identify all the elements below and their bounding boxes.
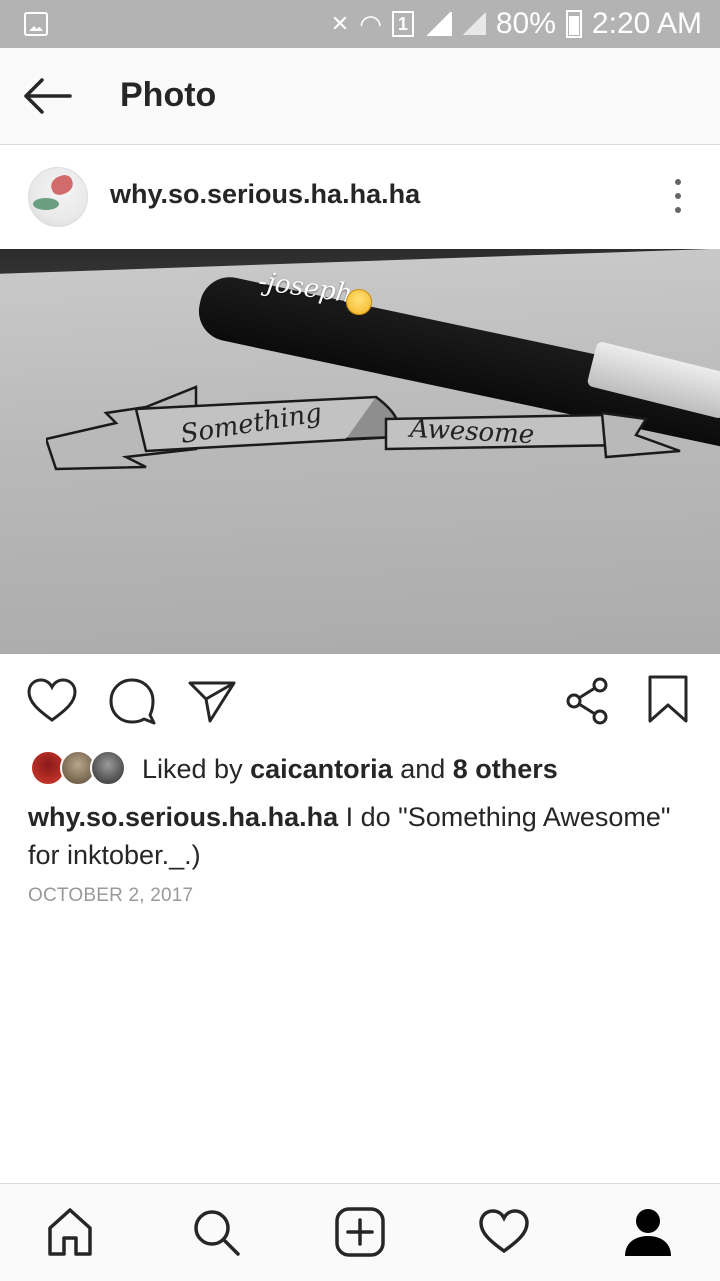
liker-avatars[interactable] [28,748,128,790]
post-username[interactable]: why.so.serious.ha.ha.ha [110,179,420,210]
share-icon[interactable] [562,675,614,727]
add-icon[interactable] [334,1206,386,1258]
page-title: Photo [120,76,217,114]
avatar[interactable] [28,167,88,227]
top-app-bar: Photo [0,48,720,145]
post-photo[interactable]: -joseph Something Awesome [0,249,720,654]
likes-connector: and [400,753,446,784]
others-likes-link[interactable]: 8 others [453,754,558,784]
wifi-icon: ◠ [359,8,382,39]
battery-percent: 80% [495,7,556,40]
signal-secondary-icon [461,13,486,35]
sim-slot-badge: 1 [391,11,414,37]
post-action-bar [0,655,720,745]
arrow-left-icon[interactable] [22,76,72,116]
status-bar: ✕ ◠ 1 80% 2:20 AM [0,0,720,48]
clock: 2:20 AM [591,7,702,40]
more-options-icon[interactable] [672,179,684,215]
profile-icon[interactable] [622,1206,674,1258]
vibrate-mute-icon: ✕ [330,11,350,36]
caption-username[interactable]: why.so.serious.ha.ha.ha [28,802,338,832]
activity-heart-icon[interactable] [478,1206,530,1258]
send-icon[interactable] [186,675,238,727]
likes-summary: Liked by caicantoria and 8 others [142,754,558,785]
bookmark-icon[interactable] [642,675,694,727]
liker-avatar [90,750,126,786]
battery-charging-icon [565,10,582,38]
photo-banner-text-2: Awesome [409,413,535,451]
first-liker-link[interactable]: caicantoria [250,754,393,784]
post-caption: why.so.serious.ha.ha.ha I do "Something … [28,798,688,874]
bottom-navigation [0,1183,720,1281]
likes-prefix: Liked by [142,753,243,784]
smile-emoji-icon [346,289,372,315]
status-icons: ✕ ◠ 1 80% 2:20 AM [331,0,702,48]
heart-icon[interactable] [26,675,78,727]
search-icon[interactable] [190,1206,242,1258]
comment-icon[interactable] [106,675,158,727]
likes-row: Liked by caicantoria and 8 others [28,748,558,790]
post-header: why.so.serious.ha.ha.ha [0,145,720,248]
signal-icon [423,12,452,36]
home-icon[interactable] [44,1206,96,1258]
post-date: OCTOBER 2, 2017 [28,885,194,906]
ribbon-banner-drawing [46,385,681,471]
gallery-notification-icon [24,12,48,36]
